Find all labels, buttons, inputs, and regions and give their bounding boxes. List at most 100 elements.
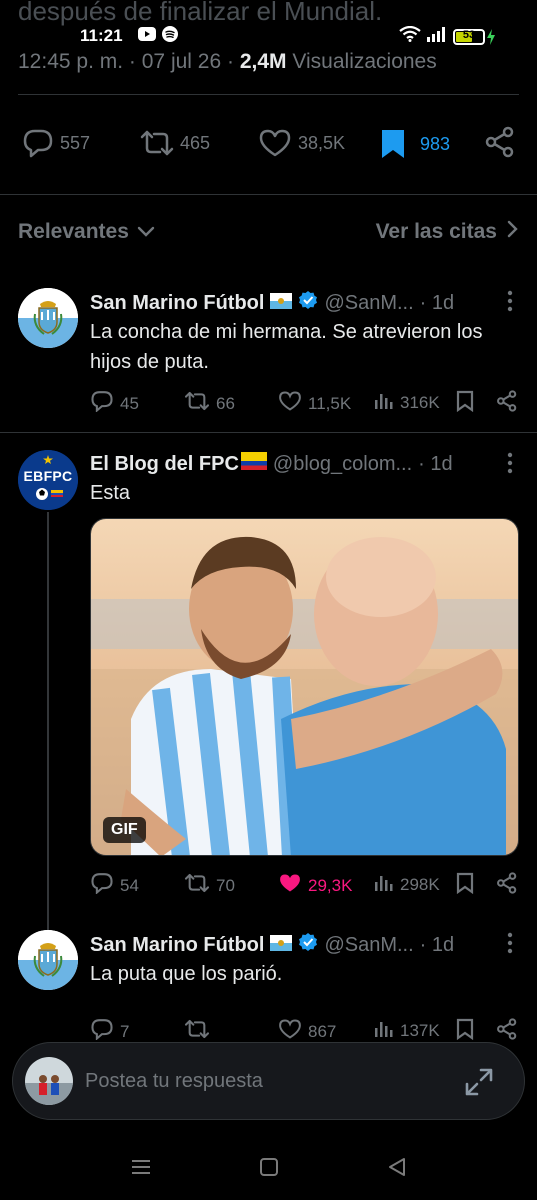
reply-count: 54 [120,875,139,895]
repost-icon [184,1018,210,1045]
reply-count: 45 [120,393,139,413]
views-button[interactable]: 316K [374,390,440,415]
sort-label: Relevantes [18,220,129,243]
sort-dropdown[interactable]: Relevantes [18,220,155,244]
share-button[interactable] [496,1018,518,1045]
signal-icon [427,26,447,47]
tweet-header: San Marino Fútbol @SanM... · 1d [90,932,519,958]
scrolled-post-text: después de finalizar el Mundial. [18,0,383,26]
more-options-icon[interactable] [507,452,513,480]
like-count: 867 [308,1021,337,1041]
reply-icon [22,128,54,158]
views-button[interactable]: 137K [374,1018,440,1043]
tweet-text: La concha de mi hermana. Se atrevieron l… [90,321,483,373]
reply-tweet[interactable]: San Marino Fútbol @SanM... · 1d La conch… [0,270,537,430]
author-handle: @SanM... [324,291,414,314]
like-button[interactable]: 11,5K [278,390,351,417]
bookmark-button[interactable] [456,390,474,417]
like-button[interactable]: 867 [278,1018,336,1045]
san-marino-flag-icon [270,934,293,957]
reply-tweet[interactable]: San Marino Fútbol @SanM... · 1d La puta … [0,912,537,1052]
like-button[interactable]: 29,3K [278,872,352,899]
battery-level: 53 [462,28,476,41]
meta-separator: · [128,50,136,73]
san-marino-crest-icon [18,288,78,348]
more-options-icon[interactable] [507,290,513,318]
share-button[interactable] [484,126,516,158]
tweet-header: El Blog del FPC @blog_colom... · 1d [90,452,519,476]
reply-composer[interactable]: Postea tu respuesta [12,1042,525,1120]
tweet-time: · 1d [418,452,453,475]
repost-button[interactable]: 66 [184,390,235,417]
bookmark-icon [456,1018,474,1045]
share-button[interactable] [496,390,518,417]
avatar-text: EBFPC [23,468,73,484]
heart-filled-icon [278,872,302,899]
youtube-icon [138,27,156,46]
status-bar: después de finalizar el Mundial. 11:21 5… [0,0,537,47]
chevron-right-icon [507,220,519,244]
divider [0,194,537,195]
user-photo-icon [25,1057,73,1105]
gif-media[interactable]: GIF [90,518,519,856]
repost-icon [184,872,210,899]
heart-icon [278,390,302,417]
more-options-icon[interactable] [507,932,513,960]
views-label: Visualizaciones [292,50,437,73]
author-name[interactable]: El Blog del FPC [90,453,239,476]
post-actions-bar: 557 465 38,5K 983 [0,120,537,166]
divider [18,94,519,95]
reply-count: 557 [60,132,91,153]
reply-button[interactable]: 54 [90,872,139,899]
author-handle: @blog_colom... [272,452,413,475]
bookmark-count: 983 [420,133,451,154]
repost-count: 465 [180,132,211,153]
view-count: 298K [400,874,440,894]
user-avatar[interactable] [25,1057,73,1105]
view-quotes-link[interactable]: Ver las citas [376,220,519,244]
system-nav-bar [0,1140,537,1200]
like-count: 11,5K [308,393,352,413]
back-icon[interactable] [386,1156,408,1183]
avatar[interactable] [18,288,78,348]
tweet-text: La puta que los parió. [90,963,283,985]
reply-icon [90,872,114,899]
reply-button[interactable]: 7 [90,1018,129,1045]
view-count: 2,4M [239,50,287,73]
post-time: 12:45 p. m. [18,50,124,73]
reply-count: 7 [120,1021,130,1041]
repost-count: 70 [216,875,235,895]
bookmark-button[interactable] [456,1018,474,1045]
recents-menu-icon[interactable] [130,1156,152,1183]
tweet-time: · 1d [419,933,455,956]
san-marino-crest-icon [18,930,78,990]
author-name[interactable]: San Marino Fútbol [90,934,264,957]
reply-button[interactable]: 557 [22,128,90,158]
analytics-icon [374,872,394,897]
author-handle: @SanM... [324,933,414,956]
tweet-actions: 54 70 29,3K 298K [90,872,519,900]
avatar[interactable]: EBFPC [18,450,78,510]
home-icon[interactable] [258,1156,280,1183]
chevron-down-icon [137,220,155,244]
repost-button[interactable]: 70 [184,872,235,899]
like-button[interactable]: 38,5K [258,128,345,158]
reply-input-placeholder[interactable]: Postea tu respuesta [85,1070,263,1093]
post-date: 07 jul 26 [141,50,222,73]
views-button[interactable]: 298K [374,872,440,897]
expand-icon[interactable] [464,1067,494,1102]
share-button[interactable] [496,872,518,899]
reply-button[interactable]: 45 [90,390,139,417]
repost-button[interactable]: 465 [140,128,210,158]
repost-button[interactable] [184,1018,216,1045]
repost-count: 66 [216,393,235,413]
view-count: 137K [400,1020,440,1040]
status-notification-icons [138,26,178,47]
avatar[interactable] [18,930,78,990]
verified-badge-icon [298,290,318,316]
bookmark-button[interactable] [456,872,474,899]
bookmark-button[interactable]: 983 [380,128,450,160]
like-count: 38,5K [298,132,346,153]
heart-icon [258,128,292,158]
author-name[interactable]: San Marino Fútbol [90,292,264,315]
